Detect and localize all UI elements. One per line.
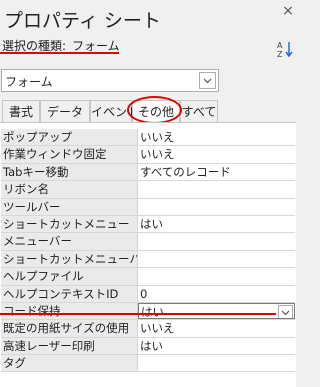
property-dropdown-button[interactable]	[278, 304, 293, 319]
close-icon[interactable]: ×	[279, 2, 297, 20]
property-row[interactable]: 既定の用紙サイズの使用 いいえ	[1, 320, 295, 338]
property-value[interactable]: すべてのレコード	[138, 163, 295, 181]
property-row[interactable]: ヘルプファイル	[1, 268, 295, 286]
tab-event[interactable]: イベント	[90, 100, 139, 122]
property-label: ショートカットメニュー	[1, 215, 138, 233]
property-value-text: はい	[141, 304, 164, 319]
property-row[interactable]: リボン名	[1, 181, 295, 199]
property-row[interactable]: ヘルプコンテキストID 0	[1, 285, 295, 303]
svg-text:Z: Z	[277, 50, 283, 58]
highlight-underline	[0, 52, 119, 54]
property-row[interactable]: メニューバー	[1, 233, 295, 251]
property-row[interactable]: Tabキー移動 すべてのレコード	[1, 163, 295, 182]
svg-text:A: A	[277, 41, 283, 50]
property-value[interactable]: いいえ	[138, 129, 295, 146]
tab-all[interactable]: すべて	[180, 100, 218, 122]
property-label: メニューバー	[1, 233, 138, 250]
property-value[interactable]	[138, 181, 295, 198]
highlight-underline-row	[0, 313, 276, 315]
property-grid: ポップアップ いいえ 作業ウィンドウ固定 いいえ Tabキー移動 すべてのレコード リ…	[1, 129, 295, 373]
scrollbar[interactable]	[296, 122, 302, 387]
property-value[interactable]: はい	[138, 302, 295, 320]
property-label: 高速レーザー印刷	[1, 337, 138, 355]
tab-other[interactable]: その他	[132, 100, 180, 122]
window-title: プロパティ シート	[4, 10, 161, 32]
property-label: 既定の用紙サイズの使用	[1, 320, 138, 337]
property-value[interactable]: はい	[138, 337, 295, 355]
property-row[interactable]: タグ	[1, 355, 295, 373]
property-row[interactable]: ショートカットメニュー はい	[1, 215, 295, 234]
property-value[interactable]	[138, 233, 295, 250]
property-label: リボン名	[1, 181, 138, 198]
property-tabs: 書式 データ イベント その他 すべて	[0, 100, 302, 122]
property-row[interactable]: ポップアップ いいえ	[1, 129, 295, 147]
property-value[interactable]: いいえ	[138, 320, 295, 337]
property-label: 作業ウィンドウ固定	[1, 146, 138, 163]
chevron-down-icon	[281, 310, 290, 316]
property-row[interactable]: 作業ウィンドウ固定 いいえ	[1, 146, 295, 164]
property-row[interactable]: ショートカットメニューバー	[1, 250, 295, 269]
property-value[interactable]: 0	[138, 285, 295, 302]
property-value[interactable]	[138, 250, 295, 268]
property-row[interactable]: 高速レーザー印刷 はい	[1, 337, 295, 356]
property-label: ツールバー	[1, 198, 138, 215]
tab-data[interactable]: データ	[40, 100, 90, 122]
property-value[interactable]	[138, 198, 295, 215]
chevron-down-icon	[203, 78, 212, 84]
object-selector-dropdown-button[interactable]	[199, 72, 216, 89]
object-selector-value: フォーム	[5, 75, 53, 89]
property-label: Tabキー移動	[1, 163, 138, 181]
property-label: ヘルプコンテキストID	[1, 285, 138, 302]
selection-type-label: 選択の種類:	[2, 39, 67, 53]
property-value[interactable]: いいえ	[138, 146, 295, 163]
tab-format[interactable]: 書式	[2, 100, 40, 122]
property-value[interactable]: はい	[138, 215, 295, 233]
sort-az-icon[interactable]: A Z	[276, 40, 294, 58]
property-grid-area: ポップアップ いいえ 作業ウィンドウ固定 いいえ Tabキー移動 すべてのレコード リ…	[0, 122, 302, 387]
property-label: ショートカットメニューバー	[1, 250, 138, 268]
property-label: ヘルプファイル	[1, 268, 138, 285]
selection-type-value: フォーム	[72, 39, 120, 53]
object-selector[interactable]: フォーム	[1, 69, 219, 92]
property-value[interactable]	[138, 268, 295, 285]
property-row-selected[interactable]: コード保持 はい	[1, 302, 295, 321]
property-value[interactable]	[138, 355, 295, 372]
property-label: コード保持	[1, 302, 138, 320]
property-label: ポップアップ	[1, 129, 138, 146]
property-row[interactable]: ツールバー	[1, 198, 295, 216]
property-label: タグ	[1, 355, 138, 372]
